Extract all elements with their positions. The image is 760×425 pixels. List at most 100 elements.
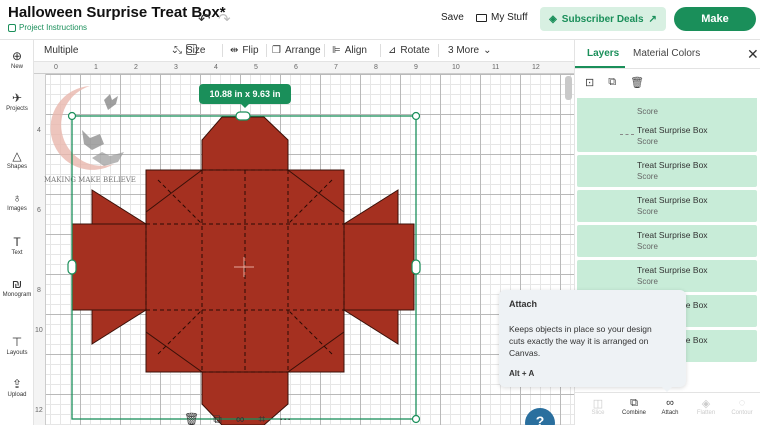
sidebar-item-label: Projects — [6, 106, 28, 112]
images-icon: ♁ — [12, 191, 22, 205]
layer-type: Score — [637, 107, 658, 116]
layer-row[interactable]: Treat Surprise Box Score — [577, 120, 757, 152]
redo-icon[interactable]: ↷ — [218, 10, 231, 28]
attach-button[interactable]: ∞ Attach — [655, 397, 685, 416]
layer-row[interactable]: Treat Surprise Box Score — [577, 225, 757, 257]
sidebar-item-images[interactable]: ♁ Images — [0, 192, 34, 212]
flip-icon: ⇹ — [230, 45, 239, 56]
duplicate-icon[interactable]: ⧉ — [608, 76, 616, 89]
layer-type: Score — [637, 242, 658, 251]
more-icon[interactable]: ⋯ — [279, 412, 291, 425]
resize-handle[interactable] — [411, 111, 421, 121]
flatten-label: Flatten — [696, 410, 716, 416]
combine-icon: ⧉ — [630, 397, 638, 409]
sidebar-item-label: New — [10, 64, 23, 70]
duplicate-icon[interactable]: ⧉ — [213, 412, 222, 425]
tooltip-shortcut: Alt + A — [509, 369, 535, 378]
design-canvas[interactable]: 0 1 2 3 4 5 6 7 8 9 10 11 12 4 6 8 10 12… — [34, 62, 574, 425]
sidebar-item-label: Shapes — [6, 164, 28, 170]
align-label: Align — [344, 45, 367, 56]
sidebar-item-shapes[interactable]: △ Shapes — [0, 150, 34, 170]
arrange-button[interactable]: ❐ Arrange — [272, 45, 321, 56]
combine-button[interactable]: ⧉ Combine — [619, 397, 649, 416]
trash-icon[interactable]: 🗑 — [184, 412, 199, 425]
sidebar-item-layouts[interactable]: ⊤ Layouts — [0, 336, 34, 356]
sidebar-item-label: Upload — [7, 392, 27, 398]
align-button[interactable]: ⊫ Align — [332, 45, 367, 56]
text-icon: T — [13, 235, 21, 249]
sidebar-item-label: Layouts — [6, 350, 28, 356]
sidebar-item-text[interactable]: T Text — [0, 236, 34, 256]
layer-row[interactable]: Treat Surprise Box Score — [577, 190, 757, 222]
contour-button[interactable]: ◌ Contour — [727, 397, 757, 416]
sidebar-item-monogram[interactable]: ₪ Monogram — [0, 278, 34, 298]
plus-circle-icon: ⊕ — [11, 49, 23, 63]
flip-button[interactable]: ⇹ Flip — [230, 45, 259, 56]
arrange-icon: ❐ — [272, 45, 281, 56]
slice-label: Slice — [591, 410, 605, 416]
right-handle[interactable] — [411, 259, 421, 275]
more-label: 3 More — [448, 45, 480, 56]
rotate-button[interactable]: ⊿ Rotate — [388, 45, 430, 56]
attach-label: Attach — [661, 410, 679, 416]
save-button[interactable]: Save — [441, 12, 464, 23]
divider — [266, 44, 267, 57]
trash-icon[interactable]: 🗑 — [630, 76, 644, 89]
score-line-icon — [620, 134, 634, 135]
arrange-label: Arrange — [284, 45, 321, 56]
flatten-button[interactable]: ◈ Flatten — [691, 397, 721, 416]
attach-icon: ∞ — [666, 397, 674, 409]
layer-type: Score — [637, 277, 658, 286]
left-handle[interactable] — [67, 259, 77, 275]
tab-layers[interactable]: Layers — [587, 48, 619, 59]
layer-row[interactable]: Score — [577, 98, 757, 122]
rotate-icon: ⊿ — [388, 45, 397, 56]
layer-row[interactable]: Treat Surprise Box Score — [577, 155, 757, 187]
sidebar-item-label: Text — [11, 250, 23, 256]
envelope-icon — [476, 13, 487, 22]
tooltip-body: Keeps objects in place so your design cu… — [509, 324, 652, 358]
layer-operations-bar: ◫ Slice ⧉ Combine ∞ Attach ◈ Flatten ◌ C… — [575, 392, 760, 425]
document-icon — [8, 23, 16, 32]
layer-name: Treat Surprise Box — [637, 195, 708, 205]
left-sidebar: ⊕ New ✈ Projects △ Shapes ♁ Images T Tex… — [0, 40, 34, 425]
project-instructions-link[interactable]: Project Instructions — [8, 23, 87, 32]
treat-box-design[interactable] — [34, 62, 574, 425]
my-stuff-button[interactable]: My Stuff — [476, 12, 528, 23]
flip-label: Flip — [242, 45, 259, 56]
close-icon[interactable]: ✕ — [747, 46, 759, 63]
attach-icon[interactable]: ∞ — [236, 412, 245, 425]
layouts-icon: ⊤ — [11, 335, 23, 349]
layer-name: Treat Surprise Box — [637, 160, 708, 170]
layer-type: Score — [637, 172, 658, 181]
sidebar-item-upload[interactable]: ⇪ Upload — [0, 378, 34, 398]
slice-icon: ◫ — [592, 398, 604, 410]
undo-icon[interactable]: ↶ — [198, 10, 211, 28]
tooltip-title: Attach — [509, 299, 538, 309]
group-icon[interactable]: ⌗ — [258, 412, 265, 425]
project-title: Halloween Surprise Treat Box* — [8, 4, 226, 21]
make-button[interactable]: Make — [674, 7, 756, 31]
resize-handle[interactable] — [67, 111, 77, 121]
layer-type: Score — [637, 137, 658, 146]
tab-material-colors[interactable]: Material Colors — [633, 48, 700, 59]
top-handle[interactable] — [235, 111, 251, 121]
group-icon[interactable]: ⊡ — [585, 76, 594, 89]
slice-button[interactable]: ◫ Slice — [583, 397, 613, 416]
sidebar-item-projects[interactable]: ✈ Projects — [0, 92, 34, 112]
resize-handle[interactable] — [411, 414, 421, 424]
layer-name: Treat Surprise Box — [637, 230, 708, 240]
more-button[interactable]: 3 More ⌄ — [448, 45, 492, 56]
panel-tools: ⊡ ⧉ 🗑 — [585, 76, 644, 89]
attach-tooltip: Attach Keeps objects in place so your de… — [499, 290, 686, 392]
layer-name: Treat Surprise Box — [637, 125, 708, 135]
operation-select[interactable]: Multiple ⌄ — [44, 45, 179, 56]
layer-type: Score — [637, 207, 658, 216]
size-button[interactable]: ⤡ Size — [174, 45, 205, 56]
size-badge: 10.88 in x 9.63 in — [199, 84, 291, 108]
layer-row[interactable]: Treat Surprise Box Score — [577, 260, 757, 292]
operation-value: Multiple — [44, 45, 79, 56]
edit-toolbar: Multiple ⌄ ↑ ⤡ Size ⇹ Flip ❐ Arrange ⊫ A… — [34, 40, 574, 62]
sidebar-item-new[interactable]: ⊕ New — [0, 50, 34, 70]
subscriber-deals-button[interactable]: ◈ Subscriber Deals ↗ — [540, 7, 666, 31]
